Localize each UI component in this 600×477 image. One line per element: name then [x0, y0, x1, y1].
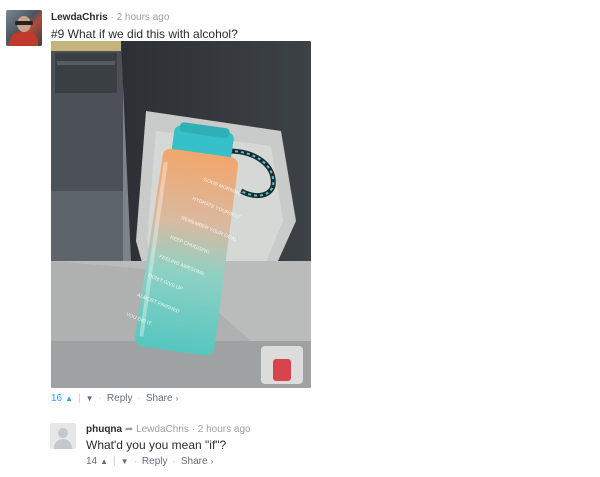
upvote-icon[interactable]: ▲: [65, 394, 73, 403]
downvote-icon[interactable]: ▼: [86, 394, 94, 403]
timestamp[interactable]: 2 hours ago: [117, 12, 170, 23]
reply-text: What'd you you mean "if"?: [86, 438, 227, 452]
avatar-placeholder[interactable]: [50, 423, 76, 449]
reply-button[interactable]: Reply: [142, 456, 168, 467]
timestamp[interactable]: 2 hours ago: [198, 424, 251, 435]
reply-to-username[interactable]: LewdaChris: [136, 424, 189, 435]
reply-actions: 14 ▲ | ▼ · Reply · Share ›: [86, 456, 213, 467]
reply-button[interactable]: Reply: [107, 393, 133, 404]
share-button[interactable]: Share: [146, 393, 173, 404]
separator-dot: ·: [98, 393, 102, 404]
separator-dot: ·: [133, 456, 137, 467]
comment-actions: 16 ▲ | ▼ · Reply · Share ›: [51, 393, 178, 404]
comment-image[interactable]: GOOD MORNING HYDRATE YOURSELF REMEMBER Y…: [51, 41, 311, 388]
share-button[interactable]: Share: [181, 456, 208, 467]
reply-arrow-icon: ➦: [124, 424, 137, 435]
downvote-icon[interactable]: ▼: [121, 457, 129, 466]
avatar[interactable]: [6, 10, 42, 46]
reply-header: phuqna ➦ LewdaChris · 2 hours ago: [86, 424, 251, 435]
chevron-right-icon[interactable]: ›: [176, 394, 179, 403]
separator-dot: ·: [137, 393, 141, 404]
upvote-icon[interactable]: ▲: [100, 457, 108, 466]
upvote-count: 14: [86, 456, 98, 467]
separator-dot: ·: [172, 456, 176, 467]
upvote-count: 16: [51, 393, 63, 404]
divider: |: [113, 456, 116, 467]
username[interactable]: LewdaChris: [51, 12, 108, 23]
divider: |: [78, 393, 81, 404]
username[interactable]: phuqna: [86, 424, 122, 435]
chevron-right-icon[interactable]: ›: [211, 457, 214, 466]
comment-text: #9 What if we did this with alcohol?: [51, 27, 238, 41]
comment-header: LewdaChris · 2 hours ago: [51, 12, 169, 23]
